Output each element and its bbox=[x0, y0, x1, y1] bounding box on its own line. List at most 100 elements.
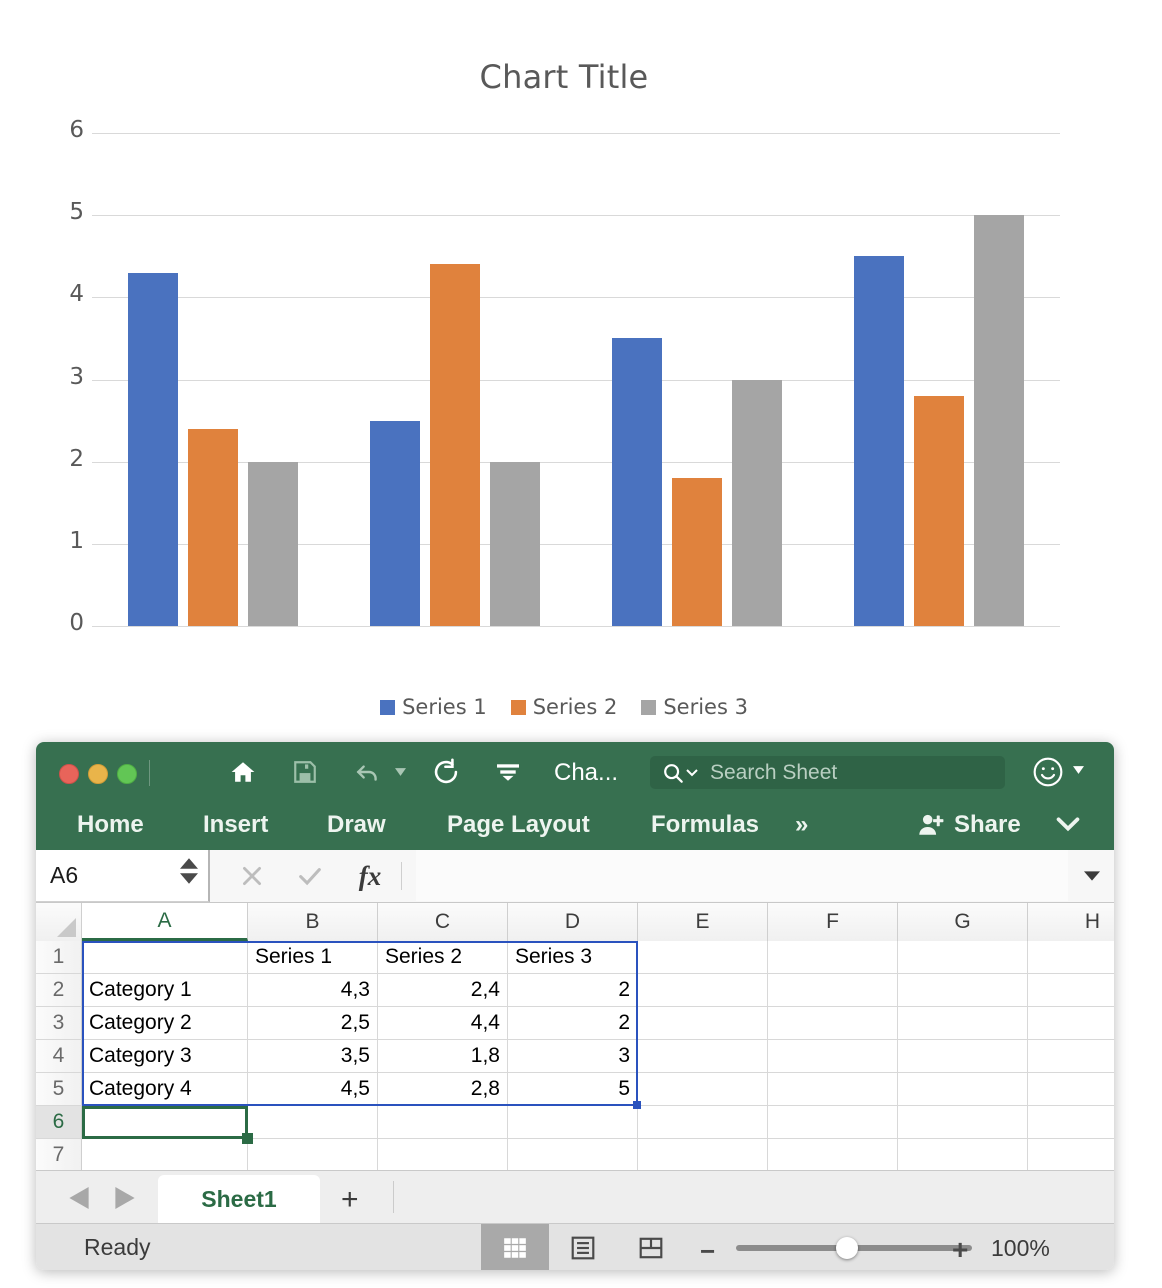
column-header-h[interactable]: H bbox=[1028, 903, 1114, 941]
cell-A1[interactable] bbox=[82, 941, 248, 974]
cell-B2[interactable]: 4,3 bbox=[248, 974, 378, 1007]
spreadsheet-grid[interactable]: ABCDEFGH 1234567 Series 1 Series 2 Series … bbox=[36, 903, 1114, 1172]
cell-E1[interactable] bbox=[638, 941, 768, 974]
zoom-slider[interactable] bbox=[736, 1237, 972, 1259]
cell-E2[interactable] bbox=[638, 974, 768, 1007]
tab-draw[interactable]: Draw bbox=[327, 811, 386, 839]
cell-F2[interactable] bbox=[768, 974, 898, 1007]
cell-E5[interactable] bbox=[638, 1073, 768, 1106]
cell-G1[interactable] bbox=[898, 941, 1028, 974]
cell-G3[interactable] bbox=[898, 1007, 1028, 1040]
zoom-out-button[interactable]: − bbox=[700, 1236, 715, 1267]
cell-B7[interactable] bbox=[248, 1139, 378, 1172]
redo-icon[interactable] bbox=[429, 756, 463, 788]
name-box[interactable]: A6 bbox=[36, 850, 210, 902]
sheet-tab-sheet1[interactable]: Sheet1 bbox=[158, 1175, 320, 1223]
cell-D7[interactable] bbox=[508, 1139, 638, 1172]
home-icon[interactable] bbox=[226, 756, 260, 788]
column-header-b[interactable]: B bbox=[248, 903, 378, 941]
cell-C5[interactable]: 2,8 bbox=[378, 1073, 508, 1106]
cell-G5[interactable] bbox=[898, 1073, 1028, 1106]
tab-insert[interactable]: Insert bbox=[203, 811, 268, 839]
row-header-1[interactable]: 1 bbox=[36, 941, 82, 974]
cell-G4[interactable] bbox=[898, 1040, 1028, 1073]
cell-F5[interactable] bbox=[768, 1073, 898, 1106]
close-window-button[interactable] bbox=[59, 764, 79, 784]
cell-H3[interactable] bbox=[1028, 1007, 1114, 1040]
search-sheet-box[interactable]: Search Sheet bbox=[650, 756, 1005, 789]
chart-source-range-handle[interactable] bbox=[633, 1101, 641, 1109]
share-button[interactable]: Share bbox=[918, 811, 1021, 839]
zoom-level-label[interactable]: 100% bbox=[991, 1235, 1050, 1262]
undo-icon[interactable] bbox=[351, 756, 385, 788]
normal-view-icon[interactable] bbox=[481, 1224, 549, 1270]
cell-A3[interactable]: Category 2 bbox=[82, 1007, 248, 1040]
cell-A5[interactable]: Category 4 bbox=[82, 1073, 248, 1106]
cell-E3[interactable] bbox=[638, 1007, 768, 1040]
cell-D4[interactable]: 3 bbox=[508, 1040, 638, 1073]
fill-handle[interactable] bbox=[242, 1133, 253, 1144]
cell-F3[interactable] bbox=[768, 1007, 898, 1040]
cell-E4[interactable] bbox=[638, 1040, 768, 1073]
ribbon-collapse-caret-icon[interactable] bbox=[1056, 811, 1080, 839]
tab-formulas[interactable]: Formulas bbox=[651, 811, 759, 839]
column-header-a[interactable]: A bbox=[82, 903, 248, 941]
cell-D2[interactable]: 2 bbox=[508, 974, 638, 1007]
cell-E6[interactable] bbox=[638, 1106, 768, 1139]
cell-A7[interactable] bbox=[82, 1139, 248, 1172]
zoom-in-button[interactable]: + bbox=[952, 1234, 968, 1266]
row-header-6[interactable]: 6 bbox=[36, 1106, 82, 1139]
cell-G7[interactable] bbox=[898, 1139, 1028, 1172]
tab-page-layout[interactable]: Page Layout bbox=[447, 811, 590, 839]
cell-F1[interactable] bbox=[768, 941, 898, 974]
confirm-formula-button[interactable] bbox=[294, 860, 326, 892]
select-all-corner[interactable] bbox=[36, 903, 82, 941]
column-header-g[interactable]: G bbox=[898, 903, 1028, 941]
search-dropdown-caret-icon[interactable] bbox=[686, 766, 698, 780]
cell-A2[interactable]: Category 1 bbox=[82, 974, 248, 1007]
cell-F6[interactable] bbox=[768, 1106, 898, 1139]
row-header-3[interactable]: 3 bbox=[36, 1007, 82, 1040]
row-header-7[interactable]: 7 bbox=[36, 1139, 82, 1172]
minimize-window-button[interactable] bbox=[88, 764, 108, 784]
cell-B4[interactable]: 3,5 bbox=[248, 1040, 378, 1073]
active-cell-outline[interactable] bbox=[82, 1106, 248, 1139]
row-header-4[interactable]: 4 bbox=[36, 1040, 82, 1073]
cell-D5[interactable]: 5 bbox=[508, 1073, 638, 1106]
page-break-view-icon[interactable] bbox=[617, 1224, 685, 1270]
zoom-slider-knob[interactable] bbox=[836, 1237, 858, 1259]
more-tabs-button[interactable]: » bbox=[795, 811, 808, 839]
cell-D1[interactable]: Series 3 bbox=[508, 941, 638, 974]
tab-home[interactable]: Home bbox=[77, 811, 144, 839]
next-sheet-icon[interactable] bbox=[112, 1185, 138, 1211]
insert-function-button[interactable]: fx bbox=[354, 860, 386, 892]
column-header-e[interactable]: E bbox=[638, 903, 768, 941]
cell-D3[interactable]: 2 bbox=[508, 1007, 638, 1040]
cell-B5[interactable]: 4,5 bbox=[248, 1073, 378, 1106]
previous-sheet-icon[interactable] bbox=[66, 1185, 92, 1211]
cell-C1[interactable]: Series 2 bbox=[378, 941, 508, 974]
smiley-icon[interactable] bbox=[1032, 756, 1064, 793]
cell-B1[interactable]: Series 1 bbox=[248, 941, 378, 974]
customize-toolbar-icon[interactable] bbox=[494, 756, 522, 788]
cell-A4[interactable]: Category 3 bbox=[82, 1040, 248, 1073]
cell-C6[interactable] bbox=[378, 1106, 508, 1139]
column-header-d[interactable]: D bbox=[508, 903, 638, 941]
cell-H7[interactable] bbox=[1028, 1139, 1114, 1172]
page-layout-view-icon[interactable] bbox=[549, 1224, 617, 1270]
add-sheet-button[interactable]: + bbox=[341, 1183, 359, 1217]
column-header-f[interactable]: F bbox=[768, 903, 898, 941]
cell-H5[interactable] bbox=[1028, 1073, 1114, 1106]
column-header-c[interactable]: C bbox=[378, 903, 508, 941]
cell-C3[interactable]: 4,4 bbox=[378, 1007, 508, 1040]
search-input[interactable]: Search Sheet bbox=[710, 761, 837, 785]
cell-F7[interactable] bbox=[768, 1139, 898, 1172]
maximize-window-button[interactable] bbox=[117, 764, 137, 784]
cell-H2[interactable] bbox=[1028, 974, 1114, 1007]
cell-H6[interactable] bbox=[1028, 1106, 1114, 1139]
cell-G6[interactable] bbox=[898, 1106, 1028, 1139]
cell-C7[interactable] bbox=[378, 1139, 508, 1172]
cancel-formula-button[interactable] bbox=[236, 860, 268, 892]
cell-H1[interactable] bbox=[1028, 941, 1114, 974]
cell-H4[interactable] bbox=[1028, 1040, 1114, 1073]
